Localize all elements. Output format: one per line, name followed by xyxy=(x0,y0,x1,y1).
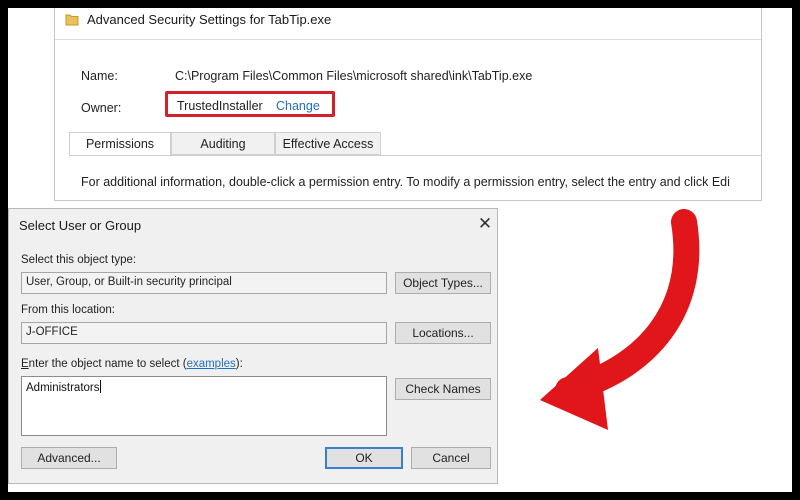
check-names-button[interactable]: Check Names xyxy=(395,378,491,400)
owner-label: Owner: xyxy=(81,101,122,115)
location-label: From this location: xyxy=(21,304,115,316)
cancel-button[interactable]: Cancel xyxy=(411,447,491,469)
name-label: Name: xyxy=(81,69,118,83)
enter-object-name-label: Enter the object name to select (example… xyxy=(21,358,243,370)
close-icon[interactable]: ✕ xyxy=(475,214,495,234)
enter-name-label-suffix: ): xyxy=(235,358,243,370)
object-type-field: User, Group, or Built-in security princi… xyxy=(21,272,387,294)
ok-button[interactable]: OK xyxy=(325,447,403,469)
tab-baseline xyxy=(69,155,761,156)
enter-name-label-text: nter the object name to select ( xyxy=(28,358,187,370)
locations-button[interactable]: Locations... xyxy=(395,322,491,344)
screenshot-frame: Advanced Security Settings for TabTip.ex… xyxy=(0,0,800,500)
folder-icon xyxy=(65,14,79,26)
object-name-input[interactable]: Administrators xyxy=(21,376,387,436)
tab-effective-access[interactable]: Effective Access xyxy=(275,132,381,155)
object-type-label: Select this object type: xyxy=(21,254,137,266)
examples-link[interactable]: examples xyxy=(187,358,236,370)
permissions-info-text: For additional information, double-click… xyxy=(81,175,730,189)
owner-value: TrustedInstaller xyxy=(177,99,263,113)
divider xyxy=(55,39,761,40)
advanced-button[interactable]: Advanced... xyxy=(21,447,117,469)
dialog-title: Select User or Group xyxy=(19,218,142,233)
title-bar: Advanced Security Settings for TabTip.ex… xyxy=(55,8,761,34)
window-title: Advanced Security Settings for TabTip.ex… xyxy=(87,12,332,27)
access-key-letter: E xyxy=(21,358,29,370)
location-field: J-OFFICE xyxy=(21,322,387,344)
advanced-security-settings-window: Advanced Security Settings for TabTip.ex… xyxy=(54,8,762,201)
tab-auditing[interactable]: Auditing xyxy=(171,132,275,155)
select-user-or-group-dialog: Select User or Group ✕ Select this objec… xyxy=(8,208,498,484)
name-value: C:\Program Files\Common Files\microsoft … xyxy=(175,69,533,83)
object-types-button[interactable]: Object Types... xyxy=(395,272,491,294)
text-caret xyxy=(99,380,101,393)
tab-permissions[interactable]: Permissions xyxy=(69,132,171,157)
screenshot-canvas: Advanced Security Settings for TabTip.ex… xyxy=(8,8,792,492)
change-owner-link[interactable]: Change xyxy=(276,99,320,113)
object-name-value: Administrators xyxy=(26,382,100,394)
